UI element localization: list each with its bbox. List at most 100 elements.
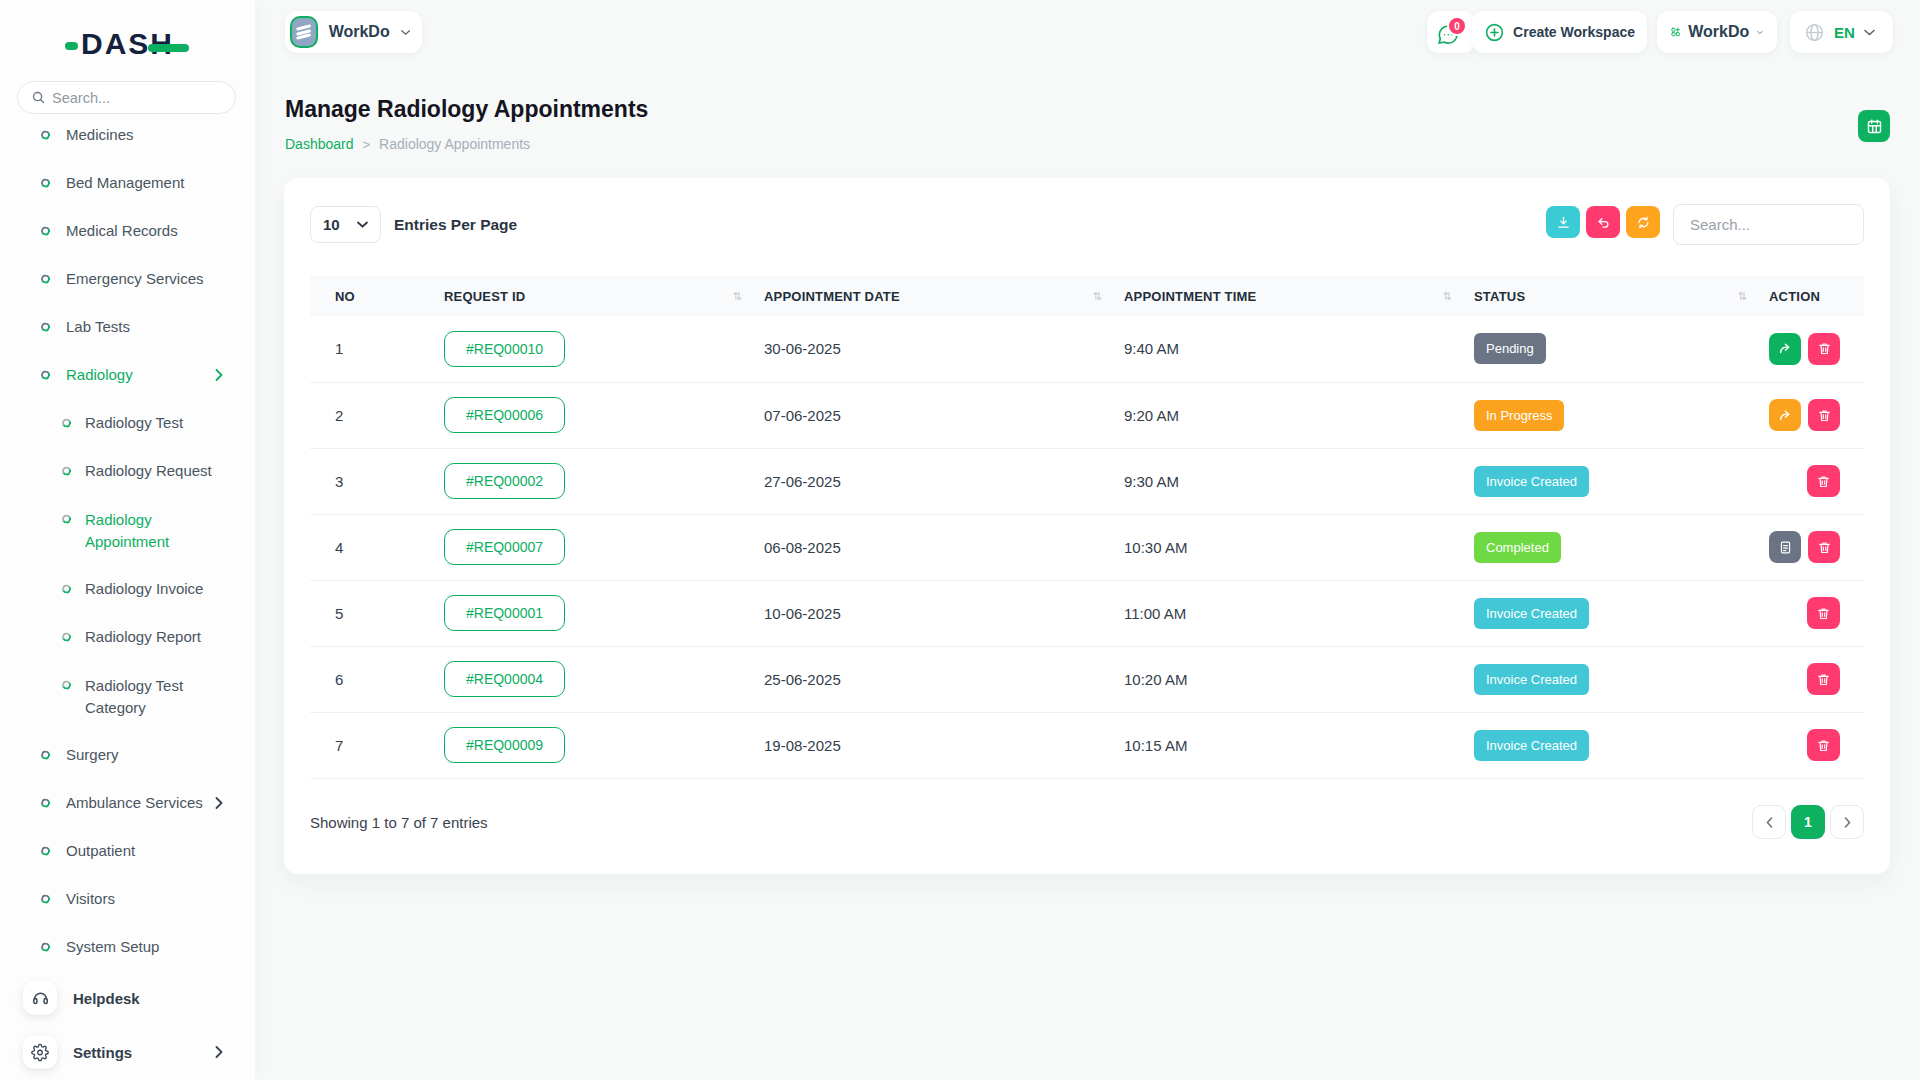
chevron-right-icon — [1844, 817, 1851, 828]
reset-button[interactable] — [1586, 206, 1620, 238]
request-id-pill[interactable]: #REQ00004 — [444, 661, 565, 697]
cell-no: 6 — [310, 646, 430, 712]
sidebar-item-helpdesk[interactable]: Helpdesk — [0, 971, 255, 1025]
export-download-button[interactable] — [1546, 206, 1580, 238]
cell-status: Invoice Created — [1460, 580, 1755, 646]
sidebar-item-bed-management[interactable]: Bed Management — [0, 159, 255, 207]
entries-per-page-label: Entries Per Page — [394, 216, 517, 234]
pagination: 1 — [1752, 805, 1864, 839]
sidebar-item-radiology-request[interactable]: Radiology Request — [0, 447, 255, 495]
refresh-icon — [1636, 215, 1651, 230]
delete-action-button[interactable] — [1808, 531, 1840, 563]
create-workspace-button[interactable]: Create Workspace — [1472, 11, 1647, 53]
workdo-menu[interactable]: WorkDo — [1657, 11, 1777, 53]
bullet-icon — [61, 583, 72, 594]
sidebar-item-radiology-test[interactable]: Radiology Test — [0, 399, 255, 447]
status-badge: Invoice Created — [1474, 664, 1589, 695]
sidebar-item-radiology[interactable]: Radiology — [0, 351, 255, 399]
trash-icon — [1817, 341, 1832, 356]
sidebar-item-lab-tests[interactable]: Lab Tests — [0, 303, 255, 351]
brand-logo-accent-bar — [148, 44, 189, 52]
cell-status: Invoice Created — [1460, 646, 1755, 712]
column-header-status[interactable]: STATUS⇅ — [1460, 276, 1755, 316]
sidebar-item-ambulance-services[interactable]: Ambulance Services — [0, 779, 255, 827]
chevron-right-icon — [215, 1046, 223, 1059]
sidebar-item-outpatient[interactable]: Outpatient — [0, 827, 255, 875]
undo-icon — [1596, 215, 1611, 230]
globe-icon — [1804, 22, 1825, 43]
column-header-appointment-time[interactable]: APPOINTMENT TIME⇅ — [1110, 276, 1460, 316]
table-row: 6#REQ0000425-06-202510:20 AMInvoice Crea… — [310, 646, 1864, 712]
page-title: Manage Radiology Appointments — [285, 96, 648, 123]
sidebar-item-settings[interactable]: Settings — [0, 1025, 255, 1079]
forward-icon — [1778, 408, 1793, 423]
request-id-pill[interactable]: #REQ00001 — [444, 595, 565, 631]
request-id-pill[interactable]: #REQ00002 — [444, 463, 565, 499]
cell-appointment-date: 30-06-2025 — [750, 316, 1110, 382]
sort-icon: ⇅ — [1093, 290, 1102, 303]
entries-per-page-select[interactable]: 10 — [310, 206, 381, 243]
request-id-pill[interactable]: #REQ00007 — [444, 529, 565, 565]
request-id-pill[interactable]: #REQ00006 — [444, 397, 565, 433]
delete-action-button[interactable] — [1808, 399, 1840, 431]
language-selector[interactable]: EN — [1790, 11, 1893, 53]
workspace-name: WorkDo — [329, 23, 390, 41]
column-header-appointment-date[interactable]: APPOINTMENT DATE⇅ — [750, 276, 1110, 316]
workspace-icon — [290, 16, 318, 48]
bullet-icon — [61, 513, 72, 524]
table-row: 4#REQ0000706-08-202510:30 AMCompleted — [310, 514, 1864, 580]
delete-action-button[interactable] — [1807, 597, 1840, 629]
trash-icon — [1816, 474, 1831, 489]
cell-request-id: #REQ00009 — [430, 712, 750, 778]
headset-icon — [23, 982, 57, 1015]
cell-no: 3 — [310, 448, 430, 514]
table-search-input[interactable] — [1673, 204, 1864, 245]
bullet-icon — [40, 273, 51, 284]
cell-appointment-date: 10-06-2025 — [750, 580, 1110, 646]
pagination-prev-button[interactable] — [1752, 805, 1786, 839]
sidebar-item-emergency-services[interactable]: Emergency Services — [0, 255, 255, 303]
messages-button[interactable]: 0 — [1427, 11, 1475, 53]
refresh-button[interactable] — [1626, 206, 1660, 238]
plus-circle-icon — [1484, 22, 1505, 43]
sidebar-item-radiology-report[interactable]: Radiology Report — [0, 613, 255, 661]
pagination-next-button[interactable] — [1830, 805, 1864, 839]
forward-action-button[interactable] — [1769, 399, 1801, 431]
cell-request-id: #REQ00001 — [430, 580, 750, 646]
brand-logo[interactable]: DASH — [0, 27, 255, 61]
cell-appointment-time: 10:20 AM — [1110, 646, 1460, 712]
request-id-pill[interactable]: #REQ00010 — [444, 331, 565, 367]
status-badge: Invoice Created — [1474, 730, 1589, 761]
sidebar-item-medicines[interactable]: Medicines — [0, 111, 255, 159]
apps-grid-icon — [1671, 23, 1680, 41]
column-header-request-id[interactable]: REQUEST ID⇅ — [430, 276, 750, 316]
calendar-view-button[interactable] — [1858, 110, 1890, 142]
cell-action — [1755, 646, 1864, 712]
sidebar-item-system-setup[interactable]: System Setup — [0, 923, 255, 971]
delete-action-button[interactable] — [1807, 729, 1840, 761]
sidebar-item-radiology-appointment[interactable]: Radiology Appointment — [0, 495, 255, 565]
delete-action-button[interactable] — [1808, 333, 1840, 365]
breadcrumb: Dashboard > Radiology Appointments — [285, 136, 530, 152]
delete-action-button[interactable] — [1807, 465, 1840, 497]
sidebar-item-surgery[interactable]: Surgery — [0, 731, 255, 779]
invoice-action-button[interactable] — [1769, 531, 1801, 563]
bullet-icon — [40, 129, 51, 140]
cell-appointment-time: 11:00 AM — [1110, 580, 1460, 646]
request-id-pill[interactable]: #REQ00009 — [444, 727, 565, 763]
sidebar-item-radiology-test-category[interactable]: Radiology Test Category — [0, 661, 255, 731]
sidebar-search-input[interactable] — [17, 81, 236, 114]
sidebar-item-radiology-invoice[interactable]: Radiology Invoice — [0, 565, 255, 613]
sidebar-item-visitors[interactable]: Visitors — [0, 875, 255, 923]
cell-appointment-time: 10:30 AM — [1110, 514, 1460, 580]
workspace-switcher[interactable]: WorkDo — [285, 11, 422, 53]
sidebar-item-medical-records[interactable]: Medical Records — [0, 207, 255, 255]
delete-action-button[interactable] — [1807, 663, 1840, 695]
bullet-icon — [40, 893, 51, 904]
bullet-icon — [61, 465, 72, 476]
invoice-icon — [1778, 540, 1793, 555]
sidebar-search — [17, 81, 236, 114]
forward-action-button[interactable] — [1769, 333, 1801, 365]
breadcrumb-dashboard-link[interactable]: Dashboard — [285, 136, 354, 152]
pagination-page-1[interactable]: 1 — [1791, 805, 1825, 839]
